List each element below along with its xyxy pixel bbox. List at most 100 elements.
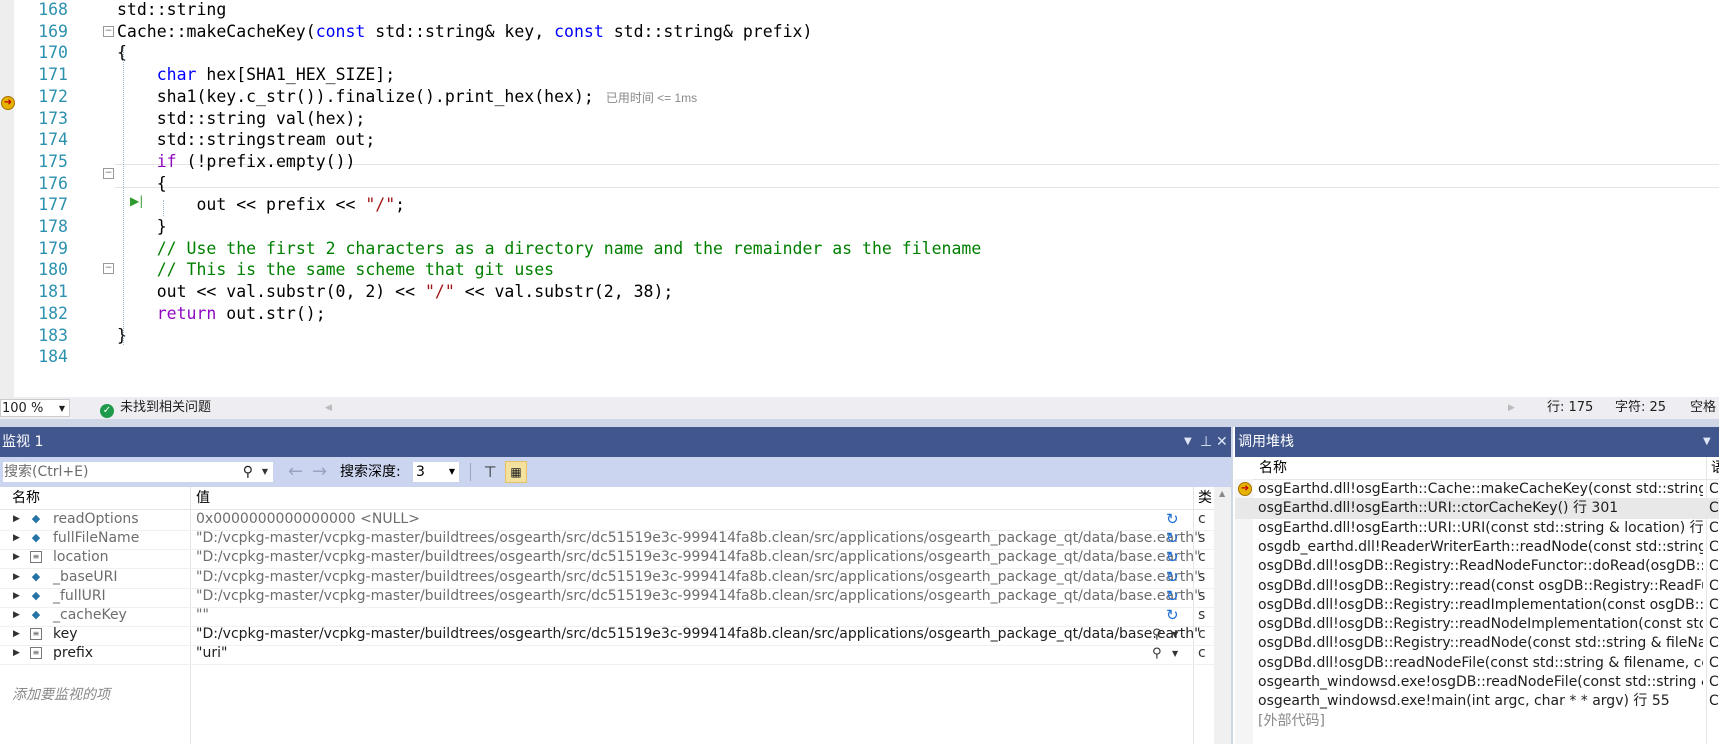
column-header-name[interactable]: 名称 bbox=[12, 487, 40, 509]
column-header-language[interactable]: 语 bbox=[1711, 457, 1719, 479]
code-line[interactable]: 175 if (!prefix.empty()) bbox=[0, 150, 1719, 174]
expand-icon[interactable]: ▶ bbox=[13, 528, 20, 549]
code-line[interactable]: 183} bbox=[0, 324, 1719, 348]
text-visualizer-icon[interactable]: ⚲ bbox=[1152, 643, 1162, 664]
chevron-down-icon[interactable]: ▼ bbox=[1172, 643, 1178, 664]
close-icon[interactable]: ✕ bbox=[1216, 427, 1228, 457]
expand-icon[interactable]: ▶ bbox=[13, 643, 20, 664]
watch-value[interactable]: "D:/vcpkg-master/vcpkg-master/buildtrees… bbox=[196, 567, 1201, 588]
column-header-type[interactable]: 类 bbox=[1198, 487, 1212, 509]
watch-name[interactable]: _baseURI bbox=[53, 567, 117, 588]
watch-vertical-scrollbar[interactable]: ▲ bbox=[1214, 487, 1231, 744]
fold-toggle-if[interactable]: − bbox=[103, 168, 114, 179]
chevron-down-icon[interactable]: ▼ bbox=[1172, 624, 1178, 645]
panel-menu-icon[interactable]: ▼ bbox=[1703, 427, 1711, 457]
code-line[interactable]: 181 out << val.substr(0, 2) << "/" << va… bbox=[0, 280, 1719, 304]
code-line[interactable]: 170 { bbox=[0, 41, 1719, 65]
text-visualizer-icon[interactable]: ⚲ bbox=[1152, 624, 1162, 645]
call-stack-frame[interactable]: osgEarthd.dll!osgEarth::URI::ctorCacheKe… bbox=[1235, 498, 1719, 520]
watch-name[interactable]: readOptions bbox=[53, 509, 139, 530]
code-line[interactable]: 171 char hex[SHA1_HEX_SIZE]; bbox=[0, 63, 1719, 87]
code-line[interactable]: 178 } bbox=[0, 215, 1719, 239]
call-stack-frame[interactable]: osgDBd.dll!osgDB::Registry::readImplemen… bbox=[1235, 595, 1719, 616]
watch-value[interactable]: "D:/vcpkg-master/vcpkg-master/buildtrees… bbox=[196, 624, 1201, 645]
watch-value[interactable]: "" bbox=[196, 605, 209, 626]
watch-name[interactable]: fullFileName bbox=[53, 528, 139, 549]
code-line[interactable]: 168 std::string bbox=[0, 0, 1719, 22]
watch-value[interactable]: "D:/vcpkg-master/vcpkg-master/buildtrees… bbox=[196, 528, 1201, 549]
watch-value[interactable]: "uri" bbox=[196, 643, 227, 664]
column-header-value[interactable]: 值 bbox=[196, 487, 210, 509]
watch-name[interactable]: _cacheKey bbox=[53, 605, 127, 626]
watch-name[interactable]: location bbox=[53, 547, 109, 568]
call-stack-frame[interactable]: ➜ osgEarthd.dll!osgEarth::Cache::makeCach… bbox=[1235, 479, 1719, 500]
refresh-icon[interactable]: ↻ bbox=[1166, 586, 1179, 607]
code-line[interactable]: 180 // This is the same scheme that git … bbox=[0, 258, 1719, 282]
code-line[interactable]: 169 Cache::makeCacheKey(const std::string… bbox=[0, 20, 1719, 44]
search-placeholder: 搜索(Ctrl+E) bbox=[4, 464, 89, 480]
filter-icon[interactable]: ⊤ bbox=[480, 462, 500, 482]
code-line[interactable]: 173 std::string val(hex); bbox=[0, 107, 1719, 131]
refresh-icon[interactable]: ↻ bbox=[1166, 509, 1179, 530]
call-stack-frame[interactable]: osgDBd.dll!osgDB::Registry::read(const o… bbox=[1235, 576, 1719, 597]
call-stack-frame[interactable]: osgearth_windowsd.exe!osgDB::readNodeFil… bbox=[1235, 672, 1719, 693]
call-stack-frame[interactable]: [外部代码] bbox=[1235, 711, 1719, 732]
hex-display-toggle-icon[interactable]: ▦ bbox=[505, 461, 527, 483]
code-line[interactable]: 172 sha1(key.c_str()).finalize().print_h… bbox=[0, 85, 1719, 109]
zoom-select[interactable]: 100 % ▼ bbox=[0, 399, 70, 417]
scroll-up-icon[interactable]: ▲ bbox=[1219, 489, 1225, 498]
expand-icon[interactable]: ▶ bbox=[13, 624, 20, 645]
whitespace-mode[interactable]: 空格 bbox=[1690, 397, 1716, 419]
panel-menu-icon[interactable]: ▼ bbox=[1184, 427, 1192, 457]
code-line[interactable]: 184 bbox=[0, 345, 1719, 369]
call-stack-frame[interactable]: osgDBd.dll!osgDB::Registry::readNode(con… bbox=[1235, 633, 1719, 654]
call-stack-frame[interactable]: osgDBd.dll!osgDB::Registry::ReadNodeFunc… bbox=[1235, 556, 1719, 577]
code-token: return bbox=[156, 303, 217, 323]
search-depth-select[interactable]: 3 ▼ bbox=[412, 461, 460, 483]
call-stack-frame[interactable]: osgDBd.dll!osgDB::Registry::readNodeImpl… bbox=[1235, 614, 1719, 635]
refresh-icon[interactable]: ↻ bbox=[1166, 547, 1179, 568]
code-line[interactable]: 176 { bbox=[0, 172, 1719, 196]
watch-value[interactable]: "D:/vcpkg-master/vcpkg-master/buildtrees… bbox=[196, 586, 1201, 607]
scroll-right-icon[interactable]: ▶ bbox=[1508, 397, 1515, 419]
refresh-icon[interactable]: ↻ bbox=[1166, 567, 1179, 588]
watch-name[interactable]: _fullURI bbox=[53, 586, 106, 607]
watch-value[interactable]: 0x0000000000000000 <NULL> bbox=[196, 509, 420, 530]
watch-panel-title-bar[interactable]: 监视 1 ▼ ⊥ ✕ bbox=[0, 427, 1231, 457]
watch-value[interactable]: "D:/vcpkg-master/vcpkg-master/buildtrees… bbox=[196, 547, 1201, 568]
pin-icon[interactable]: ⊥ bbox=[1200, 427, 1212, 457]
code-line[interactable]: 179 // Use the first 2 characters as a d… bbox=[0, 237, 1719, 261]
code-editor[interactable]: 168 std::string 169 Cache::makeCacheKey(con… bbox=[0, 0, 1719, 397]
column-header-name[interactable]: 名称 bbox=[1259, 457, 1287, 479]
expand-icon[interactable]: ▶ bbox=[13, 605, 20, 626]
fold-toggle-comment[interactable]: − bbox=[103, 263, 114, 274]
watch-name[interactable]: prefix bbox=[53, 643, 93, 664]
watch-name[interactable]: key bbox=[53, 624, 78, 645]
search-input[interactable]: 搜索(Ctrl+E) ⚲ ▼ bbox=[2, 461, 274, 483]
expand-icon[interactable]: ▶ bbox=[13, 547, 20, 568]
expand-icon[interactable]: ▶ bbox=[13, 586, 20, 607]
refresh-icon[interactable]: ↻ bbox=[1166, 605, 1179, 626]
refresh-icon[interactable]: ↻ bbox=[1166, 528, 1179, 549]
expand-icon[interactable]: ▶ bbox=[13, 567, 20, 588]
watch-row[interactable]: ▶ ≡ prefix "uri" ⚲ ▼ c bbox=[0, 643, 1214, 666]
add-watch-item[interactable]: 添加要监视的项 bbox=[12, 684, 110, 704]
call-stack-frame[interactable]: osgDBd.dll!osgDB::readNodeFile(const std… bbox=[1235, 653, 1719, 674]
code-line[interactable]: 174 std::stringstream out; bbox=[0, 128, 1719, 152]
expand-icon[interactable]: ▶ bbox=[13, 509, 20, 530]
call-stack-frame[interactable]: osgEarthd.dll!osgEarth::URI::URI(const s… bbox=[1235, 518, 1719, 539]
search-next-icon[interactable]: → bbox=[312, 457, 327, 487]
elapsed-time-hint[interactable]: 已用时间 <= 1ms bbox=[606, 91, 697, 105]
code-line[interactable]: 182 return out.str(); bbox=[0, 302, 1719, 326]
fold-toggle-function[interactable]: − bbox=[103, 26, 114, 37]
issues-indicator[interactable]: ✓ 未找到相关问题 bbox=[100, 397, 211, 419]
call-stack-title-bar[interactable]: 调用堆栈 ▼ bbox=[1235, 427, 1719, 457]
call-stack-frame[interactable]: osgearth_windowsd.exe!main(int argc, cha… bbox=[1235, 691, 1719, 712]
run-to-click-icon[interactable]: ▶| bbox=[130, 194, 143, 208]
panel-separator[interactable] bbox=[0, 419, 1719, 427]
search-previous-icon[interactable]: ← bbox=[288, 457, 303, 487]
scroll-left-icon[interactable]: ◀ bbox=[325, 397, 332, 419]
code-line[interactable]: 177 out << prefix << "/"; bbox=[0, 193, 1719, 217]
chevron-down-icon[interactable]: ▼ bbox=[262, 462, 268, 482]
call-stack-frame[interactable]: osgdb_earthd.dll!ReaderWriterEarth::read… bbox=[1235, 537, 1719, 558]
